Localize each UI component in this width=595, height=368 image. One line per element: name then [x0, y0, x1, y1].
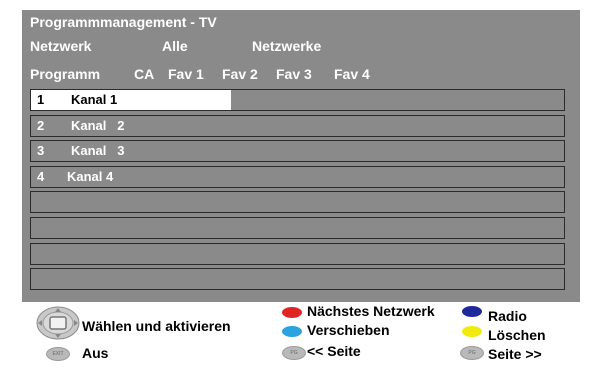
- column-header-ca: CA: [134, 66, 155, 82]
- move-label: Verschieben: [307, 322, 390, 338]
- page-up-button-icon: PG: [282, 346, 306, 360]
- channel-row[interactable]: [30, 191, 565, 214]
- channel-name: Kanal 1: [71, 92, 118, 107]
- column-header-fav3: Fav 3: [276, 66, 312, 82]
- select-activate-label: Wählen und aktivieren: [82, 318, 231, 334]
- blue-button-icon: [462, 306, 482, 317]
- channel-row[interactable]: 2 Kanal 2: [30, 114, 565, 137]
- channel-number: 2: [37, 117, 45, 133]
- column-header-fav2: Fav 2: [222, 66, 258, 82]
- channel-row[interactable]: [30, 242, 565, 265]
- channel-number: 4: [37, 168, 45, 184]
- yellow-button-icon: [462, 326, 482, 337]
- network-label: Netzwerk: [30, 38, 92, 54]
- channel-list: 1 Kanal 1 2 Kanal 2 3 Kanal 3 4 Kanal 4: [30, 89, 565, 294]
- channel-name: Kanal 2: [71, 117, 125, 133]
- cyan-button-icon: [282, 326, 302, 337]
- channel-row[interactable]: [30, 268, 565, 291]
- column-header-fav1: Fav 1: [168, 66, 204, 82]
- exit-label: Aus: [82, 345, 109, 361]
- page-title: Programmmanagement - TV: [30, 14, 217, 30]
- channel-name: Kanal 3: [71, 143, 125, 159]
- column-header-fav4: Fav 4: [334, 66, 370, 82]
- next-network-label: Nächstes Netzwerk: [307, 303, 435, 319]
- selection-highlight: [31, 90, 231, 110]
- prev-page-label: << Seite: [307, 343, 361, 359]
- channel-row[interactable]: 1 Kanal 1: [30, 89, 565, 111]
- next-page-label: Seite >>: [488, 346, 542, 362]
- network-value[interactable]: Alle: [162, 38, 188, 54]
- exit-button-icon: EXIT: [46, 347, 70, 361]
- button-legend: Wählen und aktivieren EXIT Aus Nächstes …: [0, 302, 595, 368]
- channel-row[interactable]: [30, 216, 565, 239]
- program-management-panel: Programmmanagement - TV Netzwerk Alle Ne…: [22, 10, 580, 302]
- network-value-suffix: Netzwerke: [252, 38, 322, 54]
- delete-label: Löschen: [488, 327, 546, 343]
- column-header-programm: Programm: [30, 66, 101, 82]
- channel-name: Kanal 4: [67, 168, 114, 184]
- channel-row[interactable]: 4 Kanal 4: [30, 165, 565, 188]
- navigation-pad-icon: [36, 306, 80, 340]
- radio-label: Radio: [488, 308, 527, 324]
- channel-number: 1: [37, 92, 45, 107]
- channel-row[interactable]: 3 Kanal 3: [30, 140, 565, 163]
- channel-number: 3: [37, 143, 45, 159]
- page-down-button-icon: PG: [460, 346, 484, 360]
- red-button-icon: [282, 307, 302, 318]
